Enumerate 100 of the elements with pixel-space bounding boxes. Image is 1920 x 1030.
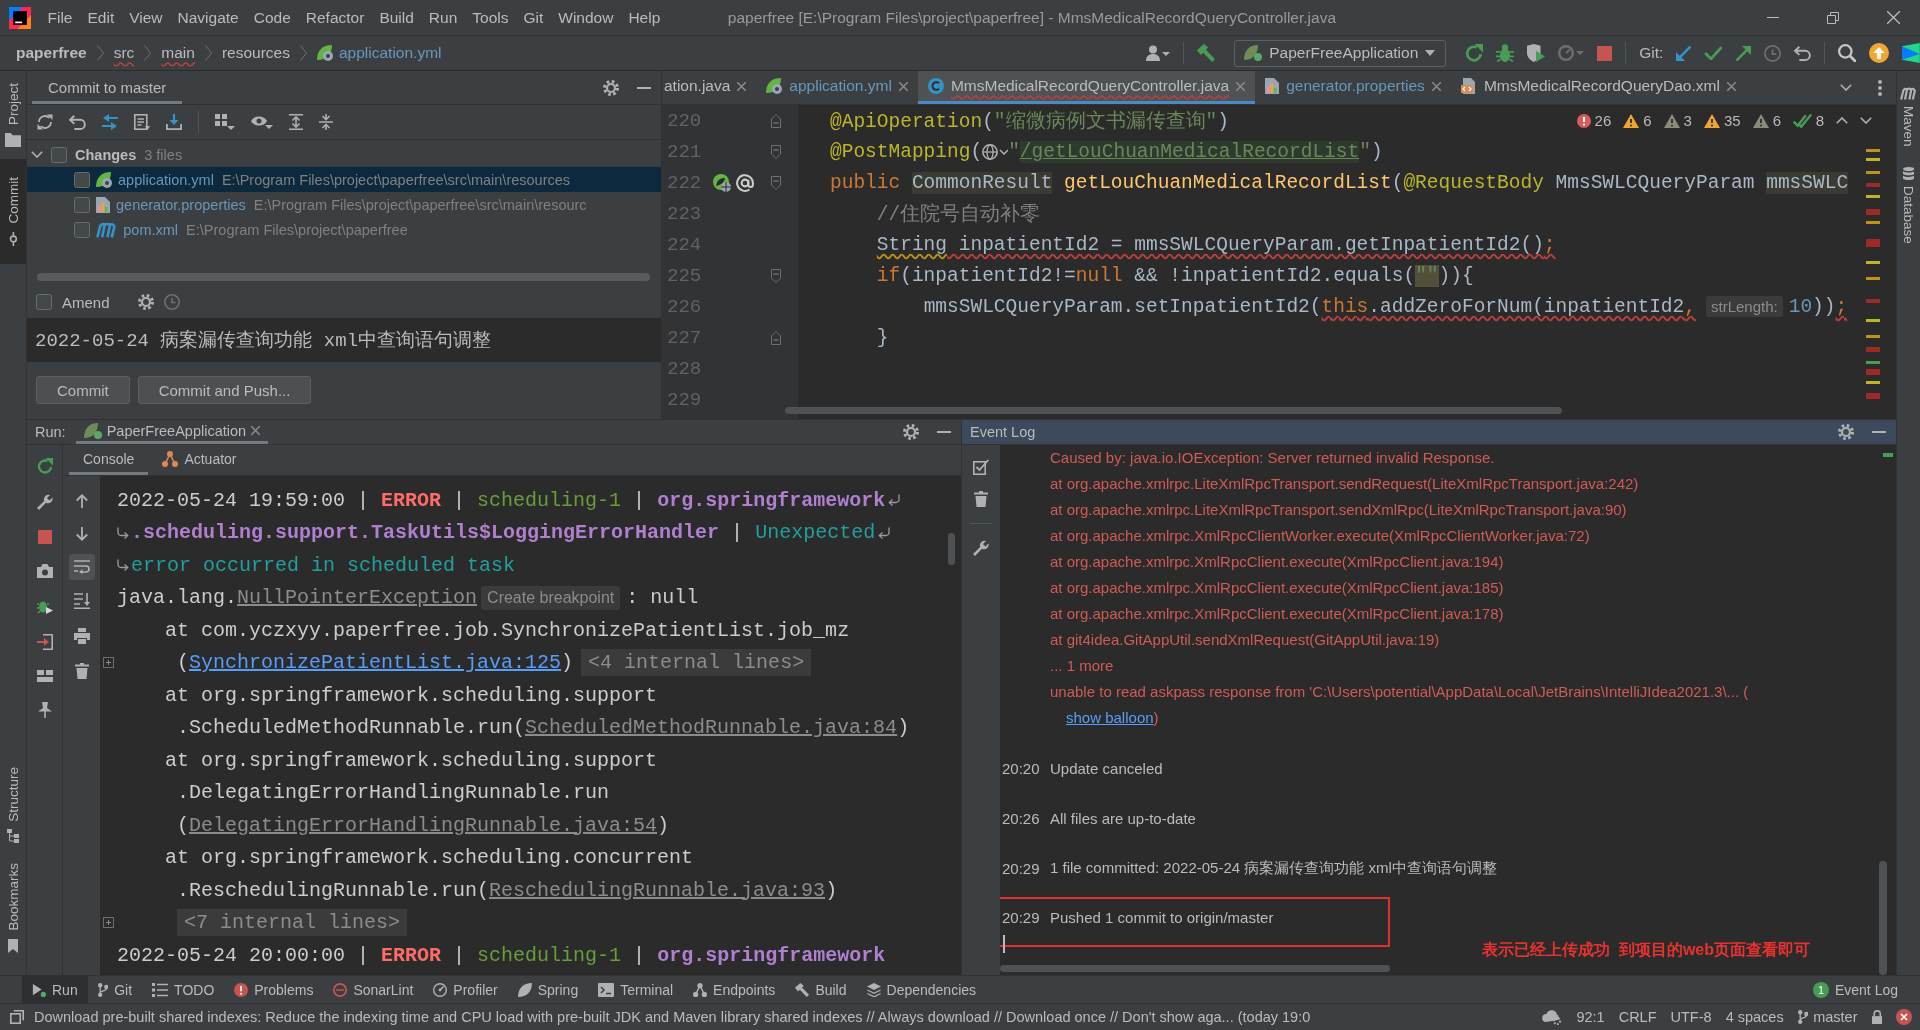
tool-window-tab[interactable]: Bookmarks <box>0 855 26 961</box>
tool-window-button[interactable]: Problems <box>224 976 324 1003</box>
chevron-down-icon[interactable] <box>1860 117 1872 124</box>
menu-item[interactable]: Build <box>371 8 422 27</box>
checkbox[interactable] <box>74 196 90 213</box>
expand-icon[interactable] <box>103 657 114 669</box>
menu-item[interactable]: Code <box>246 8 299 27</box>
undo-icon[interactable] <box>1794 45 1812 61</box>
horizontal-scrollbar[interactable] <box>785 407 1562 414</box>
problem-count[interactable]: 26 <box>1576 112 1612 129</box>
tool-window-tab[interactable]: Structure <box>0 758 26 852</box>
editor-tab[interactable]: generator.properties <box>1255 71 1451 104</box>
source-link[interactable]: ReschedulingRunnable.java:93 <box>489 878 826 902</box>
balloon-link[interactable]: show balloon <box>1066 709 1154 726</box>
checkbox[interactable] <box>74 171 90 188</box>
shield-play-icon[interactable] <box>1527 44 1546 62</box>
breadcrumb[interactable]: resources <box>221 44 290 62</box>
stop-icon[interactable] <box>1597 45 1613 61</box>
tool-window-tab[interactable]: Maven <box>1897 81 1920 153</box>
menu-item[interactable]: File <box>40 8 80 27</box>
commit-message-field[interactable]: 2022-05-24 病案漏传查询功能 xml中查询语句调整 <box>27 318 661 362</box>
tool-window-button[interactable]: SonarLint <box>323 976 424 1003</box>
problem-count[interactable]: 6 <box>1623 112 1652 129</box>
toolbox-icon[interactable] <box>1902 43 1920 63</box>
expand-icon[interactable] <box>103 917 114 929</box>
vertical-scrollbar[interactable] <box>1879 861 1887 975</box>
hammer-icon[interactable] <box>1197 44 1216 62</box>
problem-count[interactable]: 6 <box>1752 112 1781 129</box>
menu-item[interactable]: Help <box>620 8 668 27</box>
commit-button[interactable]: Commit <box>36 376 130 404</box>
menu-item[interactable]: Tools <box>464 8 516 27</box>
cursor-position[interactable]: 92:1 <box>1576 1009 1605 1025</box>
vertical-scrollbar[interactable] <box>948 533 955 565</box>
console-tab[interactable]: Actuator <box>148 445 251 475</box>
source-link[interactable]: ScheduledMethodRunnable.java:84 <box>525 716 898 740</box>
check-icon[interactable] <box>1704 46 1724 60</box>
expand-all-icon[interactable] <box>289 114 304 130</box>
layout-icon[interactable] <box>36 670 53 682</box>
wrench-icon[interactable] <box>973 540 989 556</box>
trash-icon[interactable] <box>74 663 89 679</box>
horizontal-scrollbar[interactable] <box>37 273 650 281</box>
breadcrumb[interactable]: paperfree <box>16 44 87 62</box>
file-row[interactable]: generator.properties E:\Program Files\project\paperfree\src\main\resourc <box>27 192 661 217</box>
editor-tab[interactable]: application.yml <box>756 71 918 104</box>
breadcrumb[interactable]: src <box>113 44 135 62</box>
file-row[interactable]: pom.xml E:\Program Files\project\paperfree <box>27 217 661 242</box>
grid-icon[interactable] <box>215 114 236 130</box>
tool-window-button[interactable]: Git <box>87 976 143 1003</box>
folded-lines[interactable]: <7 internal lines> <box>177 909 408 937</box>
editor-tab[interactable]: MmsMedicalRecordQueryDao.xml <box>1450 71 1746 104</box>
fold-marker-icon[interactable] <box>771 113 781 128</box>
tool-window-button[interactable]: Spring <box>507 976 589 1003</box>
lock-icon[interactable] <box>1871 1010 1882 1024</box>
tool-window-button[interactable]: Run <box>22 976 88 1003</box>
source-link[interactable]: SynchronizePatientList.java:125 <box>189 651 562 675</box>
commit-push-button[interactable]: Commit and Push... <box>137 376 312 404</box>
wrench-icon[interactable] <box>36 494 53 510</box>
stop-icon[interactable] <box>37 530 52 544</box>
arrows-icon[interactable] <box>102 114 119 130</box>
branch-widget[interactable]: master <box>1797 1009 1858 1025</box>
close-icon[interactable] <box>1726 81 1736 91</box>
breakpoint-hint[interactable]: Create breakpoint <box>481 585 621 610</box>
chevron-down-icon[interactable] <box>1840 84 1852 91</box>
document-icon[interactable] <box>134 114 151 130</box>
undo-icon[interactable] <box>69 114 87 130</box>
menu-item[interactable]: Edit <box>80 8 122 27</box>
breadcrumb[interactable]: main <box>161 44 195 62</box>
bug-icon[interactable] <box>1496 44 1515 62</box>
problem-count[interactable]: 3 <box>1663 112 1692 129</box>
fold-marker-icon[interactable] <box>771 330 781 345</box>
settings-icon[interactable] <box>903 424 919 440</box>
soft-wrap-button[interactable] <box>68 554 95 580</box>
tool-window-button[interactable]: TODO <box>142 976 225 1003</box>
exit-icon[interactable] <box>36 634 53 650</box>
checkbox[interactable] <box>36 294 52 310</box>
menu-item[interactable]: Navigate <box>170 8 247 27</box>
update-icon[interactable] <box>1869 43 1890 63</box>
close-icon[interactable] <box>1431 81 1441 91</box>
tool-window-button[interactable]: Build <box>785 976 857 1003</box>
close-icon[interactable] <box>251 426 261 435</box>
user-icon[interactable] <box>1146 45 1171 61</box>
download-icon[interactable] <box>166 114 183 130</box>
globe-icon[interactable] <box>982 143 1009 160</box>
up-right-arrow-icon[interactable] <box>1736 45 1752 61</box>
fold-marker-icon[interactable] <box>771 175 781 190</box>
source-link[interactable]: DelegatingErrorHandlingRunnable.java:54 <box>189 813 658 837</box>
close-icon[interactable] <box>737 81 747 91</box>
trash-icon[interactable] <box>974 491 988 507</box>
down-left-arrow-icon[interactable] <box>1676 45 1692 61</box>
fold-marker-icon[interactable] <box>771 268 781 283</box>
tool-window-button[interactable]: Endpoints <box>683 976 786 1003</box>
arrow-down-icon[interactable] <box>75 527 88 541</box>
fold-marker-icon[interactable] <box>771 144 781 159</box>
camera-icon[interactable] <box>36 564 53 578</box>
tool-window-tab[interactable]: Commit <box>0 159 26 264</box>
indent-setting[interactable]: 4 spaces <box>1725 1009 1784 1025</box>
menu-item[interactable]: Git <box>515 8 551 27</box>
settings-icon[interactable] <box>1838 424 1854 440</box>
checkbox[interactable] <box>74 221 90 238</box>
tool-window-tab[interactable]: Project <box>0 75 26 156</box>
